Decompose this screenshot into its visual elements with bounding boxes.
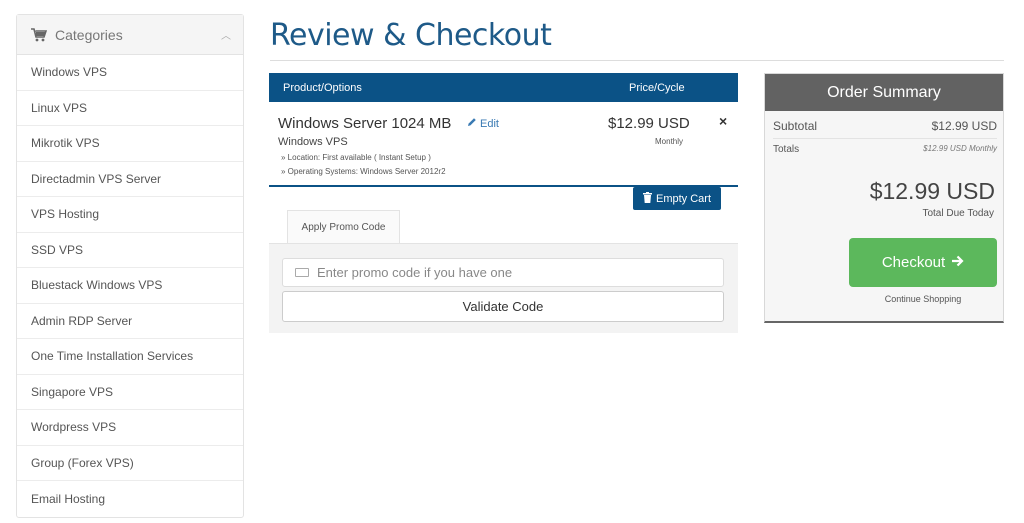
product-option-os: » Operating Systems: Windows Server 2012… bbox=[281, 167, 446, 176]
sidebar-item-admin-rdp-server[interactable]: Admin RDP Server bbox=[17, 304, 243, 339]
sidebar-item-windows-vps[interactable]: Windows VPS bbox=[17, 55, 243, 91]
sidebar-item-ssd-vps[interactable]: SSD VPS bbox=[17, 233, 243, 268]
keyboard-icon bbox=[295, 268, 309, 277]
cart-table-header: Product/Options Price/Cycle bbox=[269, 73, 738, 102]
sidebar-header[interactable]: Categories ︿ bbox=[17, 15, 243, 55]
chevron-up-icon[interactable]: ︿ bbox=[221, 27, 231, 42]
promo-code-section: Apply Promo Code Enter promo code if you… bbox=[269, 210, 738, 333]
subtotal-value: $12.99 USD bbox=[931, 119, 997, 133]
cart-table: Product/Options Price/Cycle Windows Serv… bbox=[269, 73, 738, 210]
sidebar-item-mikrotik-vps[interactable]: Mikrotik VPS bbox=[17, 126, 243, 162]
validate-code-button[interactable]: Validate Code bbox=[282, 291, 724, 322]
empty-cart-button[interactable]: Empty Cart bbox=[633, 187, 721, 210]
product-price: $12.99 USD bbox=[608, 115, 690, 132]
pencil-icon bbox=[467, 117, 477, 130]
sidebar-title: Categories bbox=[55, 26, 123, 43]
total-due-amount: $12.99 USD bbox=[869, 178, 995, 204]
sidebar-item-directadmin-vps[interactable]: Directadmin VPS Server bbox=[17, 162, 243, 197]
totals-row: Totals $12.99 USD Monthly bbox=[773, 144, 997, 155]
sidebar-item-email-hosting[interactable]: Email Hosting bbox=[17, 481, 243, 517]
promo-placeholder: Enter promo code if you have one bbox=[317, 265, 513, 280]
edit-label: Edit bbox=[480, 117, 499, 130]
edit-product-link[interactable]: Edit bbox=[467, 117, 499, 130]
categories-sidebar: Categories ︿ Windows VPS Linux VPS Mikro… bbox=[16, 14, 244, 518]
sidebar-item-one-time-installation[interactable]: One Time Installation Services bbox=[17, 339, 243, 375]
empty-cart-label: Empty Cart bbox=[655, 192, 711, 205]
continue-shopping-link[interactable]: Continue Shopping bbox=[849, 294, 997, 304]
subtotal-label: Subtotal bbox=[773, 119, 818, 133]
sidebar-item-forex-vps[interactable]: Group (Forex VPS) bbox=[17, 446, 243, 481]
cart-item-row: Windows Server 1024 MB Edit Windows VPS … bbox=[269, 102, 738, 187]
order-summary-title: Order Summary bbox=[765, 74, 1003, 111]
sidebar-item-bluestack-windows-vps[interactable]: Bluestack Windows VPS bbox=[17, 268, 243, 304]
sidebar-item-singapore-vps[interactable]: Singapore VPS bbox=[17, 375, 243, 410]
subtotal-row: Subtotal $12.99 USD bbox=[773, 119, 997, 139]
product-option-location: » Location: First available ( Instant Se… bbox=[281, 153, 431, 162]
title-divider bbox=[270, 60, 1004, 61]
remove-item-icon[interactable]: × bbox=[719, 113, 727, 129]
shopping-cart-icon bbox=[31, 27, 47, 42]
checkout-label: Checkout bbox=[881, 254, 946, 271]
price-cycle-header: Price/Cycle bbox=[629, 81, 685, 94]
page-title: Review & Checkout bbox=[270, 18, 552, 53]
order-summary-panel: Order Summary Subtotal $12.99 USD Totals… bbox=[764, 73, 1004, 323]
tab-apply-promo-code[interactable]: Apply Promo Code bbox=[287, 210, 400, 244]
sidebar-item-wordpress-vps[interactable]: Wordpress VPS bbox=[17, 410, 243, 446]
checkout-button[interactable]: Checkout bbox=[849, 238, 997, 287]
arrow-right-icon bbox=[951, 254, 964, 271]
trash-icon bbox=[642, 191, 652, 206]
product-group: Windows VPS bbox=[278, 136, 348, 148]
totals-value: $12.99 USD Monthly bbox=[923, 144, 997, 153]
product-name: Windows Server 1024 MB bbox=[278, 115, 452, 132]
totals-label: Totals bbox=[773, 144, 800, 155]
sidebar-item-vps-hosting[interactable]: VPS Hosting bbox=[17, 197, 243, 233]
total-due-label: Total Due Today bbox=[922, 208, 994, 219]
promo-code-input[interactable]: Enter promo code if you have one bbox=[282, 258, 724, 287]
product-options-header: Product/Options bbox=[283, 81, 362, 94]
sidebar-item-linux-vps[interactable]: Linux VPS bbox=[17, 91, 243, 126]
billing-cycle: Monthly bbox=[655, 137, 684, 146]
promo-panel: Enter promo code if you have one Validat… bbox=[269, 243, 738, 333]
